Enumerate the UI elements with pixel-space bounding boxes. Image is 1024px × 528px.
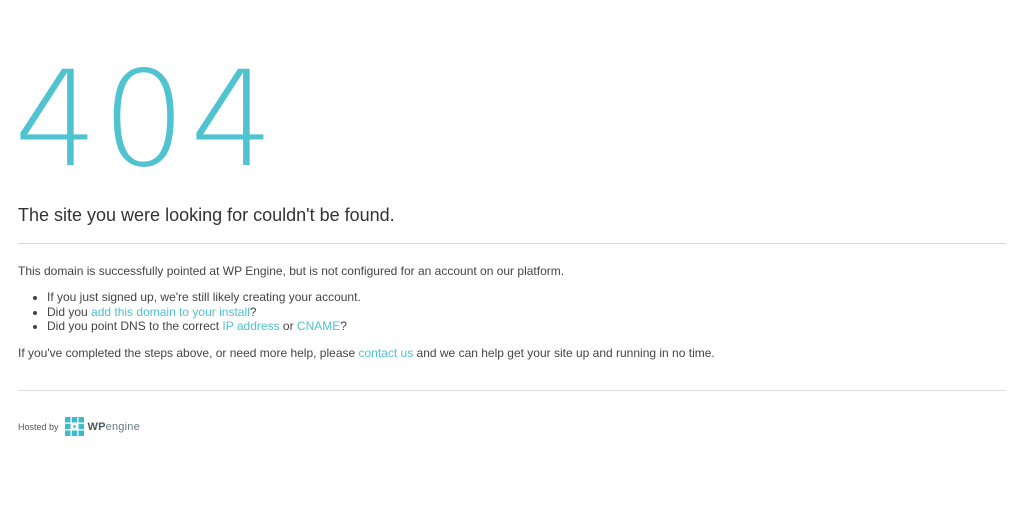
step-3-suffix: ?: [340, 319, 347, 333]
steps-list: If you just signed up, we're still likel…: [18, 290, 361, 334]
step-3-prefix: Did you point DNS to the correct: [47, 319, 223, 333]
logo-wp-text: WP: [87, 420, 106, 433]
intro-text: This domain is successfully pointed at W…: [18, 264, 565, 278]
cname-link[interactable]: CNAME: [297, 319, 340, 333]
logo-engine-text: engine: [105, 420, 140, 433]
error-code-text: 404: [14, 43, 278, 197]
help-text: If you've completed the steps above, or …: [18, 346, 715, 360]
page-title: The site you were looking for couldn't b…: [18, 205, 395, 225]
wpengine-logo-icon: [64, 417, 84, 436]
help-suffix: and we can help get your site up and run…: [413, 346, 715, 360]
wpengine-logo-text: WPengine: [88, 421, 140, 433]
hosted-by-label: Hosted by: [18, 421, 59, 432]
list-item: Did you point DNS to the correct IP addr…: [47, 319, 361, 334]
help-prefix: If you've completed the steps above, or …: [18, 346, 359, 360]
add-domain-link[interactable]: add this domain to your install: [91, 305, 250, 319]
step-3-middle: or: [279, 319, 297, 333]
wpengine-logo-link[interactable]: WPengine: [64, 417, 140, 436]
step-1-text: If you just signed up, we're still likel…: [47, 290, 361, 304]
error-code: 404: [14, 40, 278, 200]
contact-us-link[interactable]: contact us: [359, 346, 414, 360]
footer: Hosted by WPengine: [18, 417, 140, 436]
step-2-prefix: Did you: [47, 304, 92, 319]
ip-address-link[interactable]: IP address: [222, 319, 279, 333]
divider-bottom: [18, 390, 1006, 391]
error-page: 404 The site you were looking for couldn…: [0, 0, 1024, 528]
step-2-suffix: ?: [249, 304, 257, 319]
divider-top: [18, 243, 1006, 244]
list-item: If you just signed up, we're still likel…: [47, 290, 361, 305]
list-item: Did you add this domain to your install?: [47, 305, 361, 320]
